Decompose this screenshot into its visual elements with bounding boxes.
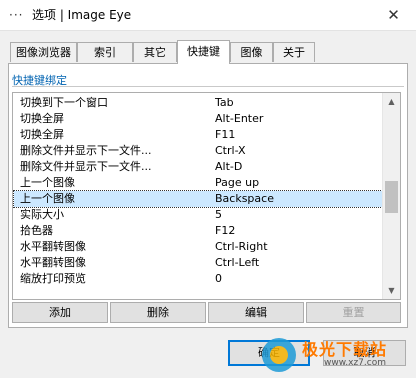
add-button[interactable]: 添加 xyxy=(12,302,108,323)
list-button-row: 添加 删除 编辑 重置 xyxy=(12,302,401,324)
shortcut-key: Ctrl-Left xyxy=(215,256,260,269)
shortcut-action: 上一个图像 xyxy=(20,192,75,205)
watermark: 极光下载站 www.xz7.com xyxy=(262,332,412,376)
shortcut-key: F12 xyxy=(215,224,236,237)
shortcut-key: Ctrl-Right xyxy=(215,240,268,253)
shortcut-row[interactable]: 切换到下一个窗口 Tab xyxy=(14,95,384,111)
shortcut-key: Alt-D xyxy=(215,160,243,173)
group-divider xyxy=(12,86,404,87)
window-title: 选项 | Image Eye xyxy=(32,8,132,22)
tab-shortcuts[interactable]: 快捷键 xyxy=(177,40,230,64)
shortcut-action: 切换全屏 xyxy=(20,112,64,125)
shortcut-action: 实际大小 xyxy=(20,208,64,221)
delete-button[interactable]: 删除 xyxy=(110,302,206,323)
scroll-up-icon[interactable]: ▲ xyxy=(383,93,400,110)
shortcut-action: 删除文件并显示下一文件... xyxy=(20,160,152,173)
tab-image[interactable]: 图像 xyxy=(230,42,273,62)
tab-index[interactable]: 索引 xyxy=(77,42,133,62)
shortcut-action: 切换全屏 xyxy=(20,128,64,141)
watermark-logo-icon xyxy=(262,338,296,372)
shortcut-row[interactable]: 切换全屏 Alt-Enter xyxy=(14,111,384,127)
shortcut-key: F11 xyxy=(215,128,236,141)
shortcut-row[interactable]: 上一个图像 Page up xyxy=(14,175,384,191)
shortcut-key: 0 xyxy=(215,272,222,285)
scroll-down-icon[interactable]: ▼ xyxy=(383,282,400,299)
shortcut-rows: 切换到下一个窗口 Tab 切换全屏 Alt-Enter 切换全屏 F11 删除文件并显示下一… xyxy=(13,95,385,287)
shortcut-row[interactable]: 缩放打印预览 0 xyxy=(14,271,384,287)
shortcut-list[interactable]: 切换到下一个窗口 Tab 切换全屏 Alt-Enter 切换全屏 F11 删除文件并显示下一… xyxy=(12,92,401,300)
shortcut-row[interactable]: 水平翻转图像 Ctrl-Right xyxy=(14,239,384,255)
shortcut-action: 水平翻转图像 xyxy=(20,240,86,253)
shortcut-row[interactable]: 实际大小 5 xyxy=(14,207,384,223)
tab-other[interactable]: 其它 xyxy=(133,42,177,62)
shortcut-action: 上一个图像 xyxy=(20,176,75,189)
shortcut-key: 5 xyxy=(215,208,222,221)
shortcut-row[interactable]: 水平翻转图像 Ctrl-Left xyxy=(14,255,384,271)
tab-image-browser[interactable]: 图像浏览器 xyxy=(10,42,77,62)
shortcut-key: Tab xyxy=(215,96,234,109)
shortcut-action: 切换到下一个窗口 xyxy=(20,96,108,109)
close-button[interactable]: ✕ xyxy=(371,0,416,30)
reset-button[interactable]: 重置 xyxy=(306,302,401,323)
shortcut-key: Alt-Enter xyxy=(215,112,264,125)
shortcut-action: 删除文件并显示下一文件... xyxy=(20,144,152,157)
shortcut-key: Page up xyxy=(215,176,260,189)
vertical-scrollbar[interactable]: ▲ ▼ xyxy=(382,93,400,299)
shortcut-key: Backspace xyxy=(215,192,274,205)
scroll-thumb[interactable] xyxy=(385,181,398,213)
shortcut-action: 缩放打印预览 xyxy=(20,272,86,285)
shortcut-row[interactable]: 删除文件并显示下一文件... Ctrl-X xyxy=(14,143,384,159)
shortcut-row[interactable]: 拾色器 F12 xyxy=(14,223,384,239)
shortcut-row[interactable]: 上一个图像 Backspace xyxy=(13,190,385,208)
shortcut-action: 拾色器 xyxy=(20,224,53,237)
shortcut-row[interactable]: 删除文件并显示下一文件... Alt-D xyxy=(14,159,384,175)
app-icon: ··· xyxy=(9,8,24,22)
title-bar: ··· 选项 | Image Eye ✕ xyxy=(0,0,416,31)
tab-about[interactable]: 关于 xyxy=(273,42,315,62)
shortcut-action: 水平翻转图像 xyxy=(20,256,86,269)
watermark-url: www.xz7.com xyxy=(324,358,386,368)
shortcut-key: Ctrl-X xyxy=(215,144,246,157)
edit-button[interactable]: 编辑 xyxy=(208,302,304,323)
shortcut-row[interactable]: 切换全屏 F11 xyxy=(14,127,384,143)
watermark-name: 极光下载站 xyxy=(302,340,388,359)
